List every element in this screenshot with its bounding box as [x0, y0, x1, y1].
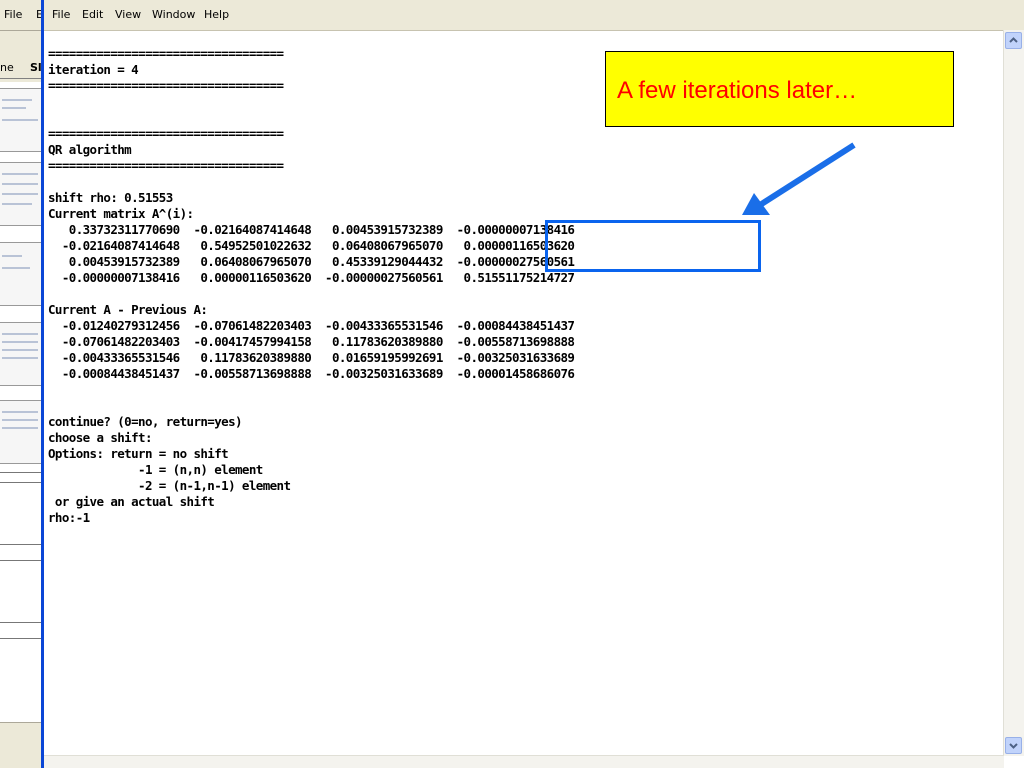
callout-text: A few iterations later…	[617, 77, 858, 104]
background-menu-file[interactable]: File	[4, 8, 22, 21]
background-window: File E ne Sl	[0, 0, 44, 768]
slide-thumbnail[interactable]	[0, 242, 42, 306]
tab-outline[interactable]: ne	[0, 61, 14, 74]
menubar: File Edit View Window Help	[44, 0, 1024, 31]
slide-thumbnail[interactable]	[0, 162, 42, 226]
scroll-down-button[interactable]	[1005, 737, 1022, 754]
background-tabs: ne Sl	[0, 58, 44, 79]
slide-thumbnail[interactable]	[0, 88, 42, 152]
menu-view[interactable]: View	[115, 8, 141, 21]
chevron-down-icon	[1009, 743, 1018, 749]
console-text: ================================== itera…	[48, 46, 575, 525]
highlight-rectangle	[545, 220, 761, 272]
menu-window[interactable]: Window	[152, 8, 195, 21]
background-menubar: File E	[0, 0, 44, 31]
slide-thumbnail[interactable]	[0, 400, 42, 464]
menu-edit[interactable]: Edit	[82, 8, 103, 21]
chevron-up-icon	[1009, 37, 1018, 43]
arrow-icon	[742, 142, 856, 215]
menu-help[interactable]: Help	[204, 8, 229, 21]
horizontal-scrollbar[interactable]	[44, 755, 1004, 768]
background-status-area	[0, 722, 44, 768]
callout-box: A few iterations later…	[605, 51, 954, 127]
vertical-scrollbar[interactable]	[1003, 30, 1024, 756]
menu-file[interactable]: File	[52, 8, 70, 21]
slide-thumbnail-pane	[0, 82, 44, 722]
slide-thumbnail[interactable]	[0, 322, 42, 386]
scroll-up-button[interactable]	[1005, 32, 1022, 49]
tab-slides[interactable]: Sl	[30, 61, 42, 74]
